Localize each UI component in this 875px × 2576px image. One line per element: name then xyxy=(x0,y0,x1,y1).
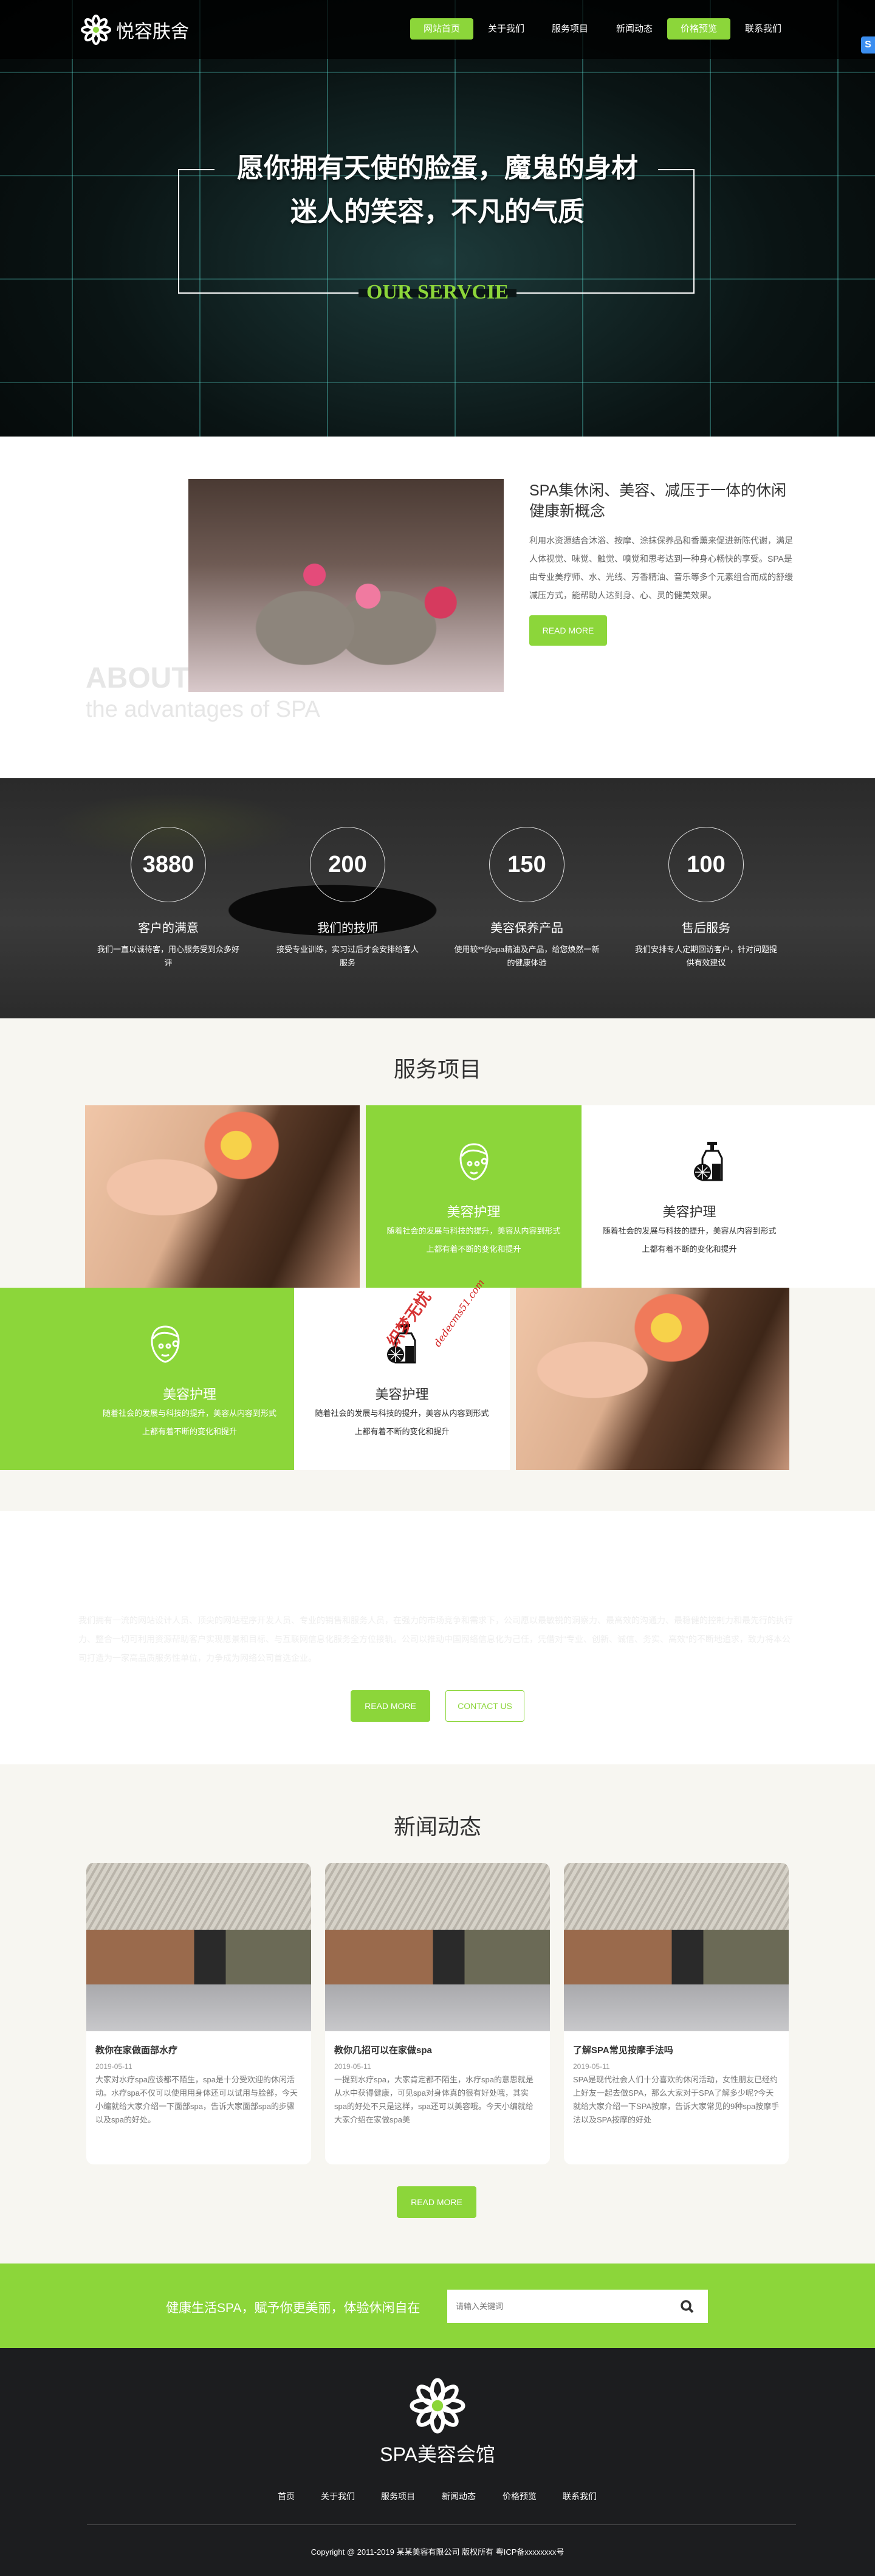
nav-services[interactable]: 服务项目 xyxy=(538,18,602,40)
news-card-desc: SPA是现代社会人们十分喜欢的休闲活动，女性朋友已经约上好友一起去做SPA，那么… xyxy=(573,2075,780,2124)
news-card-title[interactable]: 教你在家做面部水疗 xyxy=(86,2031,311,2056)
side-float-icon[interactable]: S xyxy=(861,36,875,54)
nav-pricing[interactable]: 价格预览 xyxy=(667,18,730,40)
service-title: 美容护理 xyxy=(375,1387,429,1402)
slogan-text: 健康生活SPA，赋予你更美丽，体验休闲自在 xyxy=(166,2301,420,2315)
news-image xyxy=(325,1863,550,2031)
nav-about[interactable]: 关于我们 xyxy=(475,18,538,40)
flower-logo-icon xyxy=(81,15,111,45)
top-navbar: 悦容肤舍 网站首页 关于我们 服务项目 新闻动态 价格预览 联系我们 xyxy=(0,0,875,59)
service-desc: 随着社会的发展与科技的提升，美容从内容到形式 xyxy=(386,1226,561,1235)
nav-news[interactable]: 新闻动态 xyxy=(603,18,666,40)
stat-title: 我们的技师 xyxy=(317,922,378,935)
search-input[interactable] xyxy=(456,2290,674,2323)
service-image xyxy=(516,1288,789,1470)
stat-title: 客户的满意 xyxy=(138,922,199,935)
hero-banner: 愿你拥有天使的脸蛋，魔鬼的身材 迷人的笑容，不凡的气质 OUR SERVCIE xyxy=(0,0,875,437)
news-card[interactable]: 了解SPA常见按摩手法吗 2019-05-11 SPA是现代社会人们十分喜欢的休… xyxy=(564,1863,789,2164)
stat-item: 100 售后服务 我们安排专人定期回访客户，针对问题提供有效建议 xyxy=(621,827,791,970)
brand-name: 悦容肤舍 xyxy=(116,22,189,42)
news-read-more-button[interactable]: READ MORE xyxy=(397,2186,476,2218)
stat-item: 150 美容保养产品 使用较**的spa精油及产品，给您焕然一新的健康体验 xyxy=(442,827,612,970)
service-card[interactable]: 美容护理 随着社会的发展与科技的提升，美容从内容到形式 上都有着不断的变化和提升 xyxy=(0,1288,294,1470)
contact-us-button[interactable]: CONTACT US xyxy=(445,1690,524,1722)
stat-value: 200 xyxy=(310,827,385,902)
intro-text: 我们拥有一流的网站设计人员、顶尖的网站程序开发人员、专业的销售和服务人员，在强力… xyxy=(78,1615,793,1663)
news-image xyxy=(86,1863,311,2031)
nav-home[interactable]: 网站首页 xyxy=(410,18,473,40)
hero-headline-2: 迷人的笑容，不凡的气质 xyxy=(290,197,585,227)
about-watermark-title: ABOUT xyxy=(86,662,190,694)
stat-item: 3880 客户的满意 我们一直以诚待客，用心服务受到众多好评 xyxy=(83,827,253,970)
stat-item: 200 我们的技师 接受专业训练，实习过后才会安排给客人服务 xyxy=(262,827,433,970)
footer-flower-logo-icon xyxy=(410,2378,465,2434)
news-card-date: 2019-05-11 xyxy=(334,2062,371,2071)
service-desc: 随着社会的发展与科技的提升，美容从内容到形式 xyxy=(315,1409,489,1418)
about-watermark-subtitle: the advantages of SPA xyxy=(86,697,320,722)
slogan-band xyxy=(0,2263,875,2348)
news-card-title[interactable]: 了解SPA常见按摩手法吗 xyxy=(564,2031,789,2056)
about-read-more-button[interactable]: READ MORE xyxy=(529,615,607,646)
stat-desc: 使用较**的spa精油及产品，给您焕然一新的健康体验 xyxy=(454,945,600,967)
news-card[interactable]: 教你在家做面部水疗 2019-05-11 大家对水疗spa应该都不陌生，spa是… xyxy=(86,1863,311,2164)
news-card-desc: 一提到水疗spa，大家肯定都不陌生，水疗spa的意思就是从水中获得健康，可见sp… xyxy=(334,2075,534,2124)
footer-title: SPA美容会馆 xyxy=(380,2443,495,2465)
footer-nav-pricing[interactable]: 价格预览 xyxy=(489,2490,550,2502)
logo[interactable]: 悦容肤舍 xyxy=(81,13,189,46)
stat-title: 美容保养产品 xyxy=(490,922,563,935)
footer-nav-services[interactable]: 服务项目 xyxy=(368,2490,428,2502)
face-mask-icon xyxy=(459,1143,489,1181)
hero-tagline: OUR SERVCIE xyxy=(366,281,509,303)
footer-nav-news[interactable]: 新闻动态 xyxy=(428,2490,489,2502)
stat-value: 3880 xyxy=(131,827,206,902)
service-title: 美容护理 xyxy=(447,1204,501,1220)
about-image xyxy=(188,479,504,692)
services-title: 服务项目 xyxy=(393,1057,481,1082)
service-desc: 随着社会的发展与科技的提升，美容从内容到形式 xyxy=(102,1409,276,1418)
news-card-desc: 大家对水疗spa应该都不陌生，spa是十分受欢迎的休闲活动。水疗spa不仅可以使… xyxy=(95,2075,298,2124)
hero-frame xyxy=(178,170,695,294)
news-card-title[interactable]: 教你几招可以在家做spa xyxy=(325,2031,550,2056)
stat-value: 100 xyxy=(668,827,744,902)
footer-nav-about[interactable]: 关于我们 xyxy=(307,2490,368,2502)
service-title: 美容护理 xyxy=(662,1204,716,1220)
service-desc: 上都有着不断的变化和提升 xyxy=(642,1245,737,1254)
news-image xyxy=(564,1863,789,2031)
stat-desc: 我们安排专人定期回访客户，针对问题提供有效建议 xyxy=(634,945,777,967)
news-card[interactable]: 教你几招可以在家做spa 2019-05-11 一提到水疗spa，大家肯定都不陌… xyxy=(325,1863,550,2164)
stat-desc: 接受专业训练，实习过后才会安排给客人服务 xyxy=(276,945,419,967)
footer-divider xyxy=(87,2524,796,2525)
about-text: 利用水资源结合沐浴、按摩、涂抹保养品和香薰来促进新陈代谢，满足人体视觉、味觉、触… xyxy=(529,536,793,600)
about-heading: SPA集休闲、美容、减压于一体的休闲健康新概念 xyxy=(529,482,787,520)
search-icon[interactable] xyxy=(680,2299,695,2314)
service-desc: 随着社会的发展与科技的提升，美容从内容到形式 xyxy=(602,1226,777,1235)
service-desc: 上都有着不断的变化和提升 xyxy=(354,1427,450,1436)
service-image xyxy=(85,1105,360,1288)
stat-value: 150 xyxy=(489,827,564,902)
service-desc: 上都有着不断的变化和提升 xyxy=(426,1245,521,1254)
service-title: 美容护理 xyxy=(162,1387,216,1402)
nav-contact[interactable]: 联系我们 xyxy=(732,18,795,40)
footer-nav-contact[interactable]: 联系我们 xyxy=(549,2490,610,2502)
stat-title: 售后服务 xyxy=(682,922,730,935)
news-title: 新闻动态 xyxy=(393,1814,481,1839)
news-card-date: 2019-05-11 xyxy=(573,2062,610,2071)
face-mask-icon xyxy=(151,1325,180,1363)
search-box xyxy=(447,2290,708,2323)
intro-read-more-button[interactable]: READ MORE xyxy=(351,1690,430,1722)
lotion-bottle-icon xyxy=(694,1142,723,1181)
service-desc: 上都有着不断的变化和提升 xyxy=(142,1427,237,1436)
copyright: Copyright @ 2011-2019 某某美容有限公司 版权所有 粤ICP… xyxy=(311,2547,564,2557)
hero-headline-1: 愿你拥有天使的脸蛋，魔鬼的身材 xyxy=(237,153,638,183)
stat-desc: 我们一直以诚待客，用心服务受到众多好评 xyxy=(97,945,239,967)
news-card-date: 2019-05-11 xyxy=(95,2062,132,2071)
service-card[interactable]: 美容护理 随着社会的发展与科技的提升，美容从内容到形式 上都有着不断的变化和提升 xyxy=(366,1105,582,1288)
service-card[interactable]: 美容护理 随着社会的发展与科技的提升，美容从内容到形式 上都有着不断的变化和提升 xyxy=(582,1105,875,1288)
